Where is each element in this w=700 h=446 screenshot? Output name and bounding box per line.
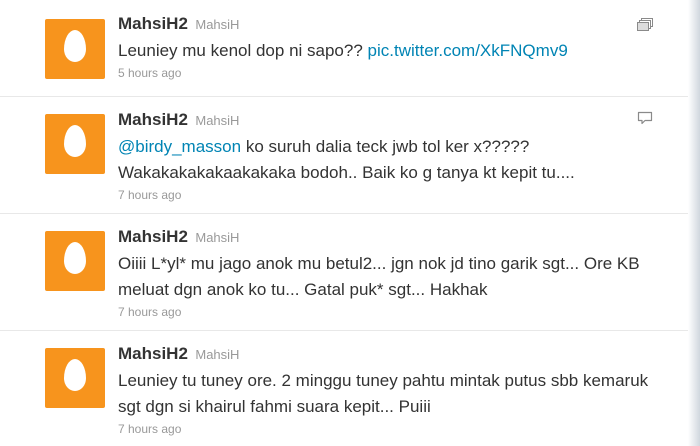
- tweet-timestamp[interactable]: 7 hours ago: [118, 303, 658, 321]
- default-egg-avatar-icon: [64, 30, 86, 62]
- tweet-text: Leuniey mu kenol dop ni sapo?? pic.twitt…: [118, 38, 658, 64]
- user-screenname[interactable]: MahsiH: [195, 347, 239, 362]
- default-egg-avatar-icon: [64, 359, 86, 391]
- media-gallery-icon[interactable]: [637, 18, 653, 32]
- user-fullname[interactable]: MahsiH2: [118, 14, 188, 33]
- tweet-timeline: MahsiH2 MahsiH Leuniey mu kenol dop ni s…: [0, 0, 688, 446]
- tweet-text: Leuniey tu tuney ore. 2 minggu tuney pah…: [118, 371, 649, 416]
- tweet-mention-link[interactable]: @birdy_masson: [118, 137, 241, 156]
- tweet-content: MahsiH2 MahsiH Leuniey mu kenol dop ni s…: [118, 13, 658, 82]
- tweet-timestamp[interactable]: 7 hours ago: [118, 186, 658, 204]
- tweet-timestamp[interactable]: 7 hours ago: [118, 420, 658, 438]
- scroll-edge-shadow: [688, 0, 700, 446]
- user-fullname[interactable]: MahsiH2: [118, 110, 188, 129]
- tweet-text: @birdy_masson ko suruh dalia teck jwb to…: [118, 134, 658, 186]
- avatar[interactable]: [45, 348, 105, 408]
- avatar[interactable]: [45, 114, 105, 174]
- default-egg-avatar-icon: [64, 125, 86, 157]
- tweet-item[interactable]: MahsiH2 MahsiH Leuniey tu tuney ore. 2 m…: [0, 331, 688, 446]
- tweet-header: MahsiH2 MahsiH: [118, 109, 658, 132]
- tweet-text-body: Leuniey mu kenol dop ni sapo??: [118, 41, 368, 60]
- default-egg-avatar-icon: [64, 242, 86, 274]
- tweet-item[interactable]: MahsiH2 MahsiH Oiiii L*yl* mu jago anok …: [0, 214, 688, 331]
- conversation-icon[interactable]: [637, 111, 653, 125]
- avatar[interactable]: [45, 19, 105, 79]
- tweet-item[interactable]: MahsiH2 MahsiH @birdy_masson ko suruh da…: [0, 97, 688, 214]
- tweet-content: MahsiH2 MahsiH Oiiii L*yl* mu jago anok …: [118, 226, 658, 321]
- tweet-text: Oiiii L*yl* mu jago anok mu betul2... jg…: [118, 254, 640, 299]
- tweet-item[interactable]: MahsiH2 MahsiH Leuniey mu kenol dop ni s…: [0, 0, 688, 97]
- tweet-header: MahsiH2 MahsiH: [118, 13, 658, 36]
- user-screenname[interactable]: MahsiH: [195, 17, 239, 32]
- tweet-content: MahsiH2 MahsiH Leuniey tu tuney ore. 2 m…: [118, 343, 658, 438]
- avatar[interactable]: [45, 231, 105, 291]
- user-screenname[interactable]: MahsiH: [195, 230, 239, 245]
- tweet-media-link[interactable]: pic.twitter.com/XkFNQmv9: [368, 41, 568, 60]
- user-fullname[interactable]: MahsiH2: [118, 227, 188, 246]
- tweet-content: MahsiH2 MahsiH @birdy_masson ko suruh da…: [118, 109, 658, 204]
- tweet-header: MahsiH2 MahsiH: [118, 226, 658, 249]
- user-screenname[interactable]: MahsiH: [195, 113, 239, 128]
- user-fullname[interactable]: MahsiH2: [118, 344, 188, 363]
- tweet-header: MahsiH2 MahsiH: [118, 343, 658, 366]
- tweet-timestamp[interactable]: 5 hours ago: [118, 64, 658, 82]
